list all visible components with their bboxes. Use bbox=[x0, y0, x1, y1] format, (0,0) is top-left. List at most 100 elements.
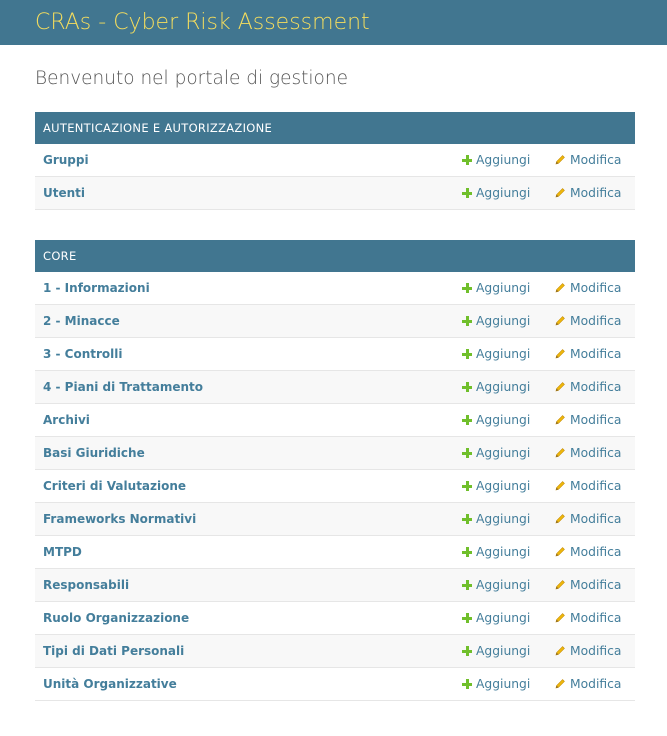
module-caption[interactable]: CORE bbox=[35, 240, 635, 272]
page-title: Benvenuto nel portale di gestione bbox=[35, 68, 348, 89]
model-link[interactable]: Utenti bbox=[35, 186, 635, 200]
pencil-icon bbox=[554, 480, 566, 492]
model-row: Gruppi Aggiungi Modifica bbox=[35, 144, 635, 177]
add-link[interactable]: Aggiungi bbox=[462, 446, 530, 460]
add-label: Aggiungi bbox=[476, 677, 531, 691]
edit-label: Modifica bbox=[570, 611, 622, 625]
edit-label: Modifica bbox=[570, 644, 622, 658]
pencil-icon bbox=[554, 612, 566, 624]
add-label: Aggiungi bbox=[476, 153, 531, 167]
add-label: Aggiungi bbox=[476, 347, 531, 361]
model-row: Unità Organizzative Aggiungi Modifica bbox=[35, 668, 635, 701]
model-row: Tipi di Dati Personali Aggiungi Modifica bbox=[35, 635, 635, 668]
model-link[interactable]: Frameworks Normativi bbox=[35, 512, 635, 526]
model-row: 1 - Informazioni Aggiungi Modifica bbox=[35, 272, 635, 305]
pencil-icon bbox=[554, 546, 566, 558]
edit-label: Modifica bbox=[570, 545, 622, 559]
pencil-icon bbox=[554, 678, 566, 690]
model-row: Frameworks Normativi Aggiungi Modifica bbox=[35, 503, 635, 536]
model-row: 3 - Controlli Aggiungi Modifica bbox=[35, 338, 635, 371]
pencil-icon bbox=[554, 381, 566, 393]
add-link[interactable]: Aggiungi bbox=[462, 677, 530, 691]
edit-label: Modifica bbox=[570, 380, 622, 394]
add-link[interactable]: Aggiungi bbox=[462, 347, 530, 361]
site-header: CRAs - Cyber Risk Assessment bbox=[0, 0, 667, 45]
edit-link[interactable]: Modifica bbox=[554, 446, 621, 460]
add-label: Aggiungi bbox=[476, 512, 531, 526]
add-link[interactable]: Aggiungi bbox=[462, 413, 530, 427]
edit-link[interactable]: Modifica bbox=[554, 512, 621, 526]
model-row: MTPD Aggiungi Modifica bbox=[35, 536, 635, 569]
module-core: CORE 1 - Informazioni Aggiungi Modifica 2 - … bbox=[35, 240, 635, 701]
app-list: AUTENTICAZIONE E AUTORIZZAZIONE Gruppi Agg… bbox=[35, 112, 635, 701]
model-link[interactable]: 3 - Controlli bbox=[35, 347, 635, 361]
edit-link[interactable]: Modifica bbox=[554, 677, 621, 691]
add-link[interactable]: Aggiungi bbox=[462, 186, 530, 200]
plus-icon bbox=[462, 415, 472, 425]
add-link[interactable]: Aggiungi bbox=[462, 512, 530, 526]
add-link[interactable]: Aggiungi bbox=[462, 281, 530, 295]
model-link[interactable]: Archivi bbox=[35, 413, 635, 427]
add-label: Aggiungi bbox=[476, 479, 531, 493]
model-link[interactable]: 1 - Informazioni bbox=[35, 281, 635, 295]
plus-icon bbox=[462, 448, 472, 458]
model-link[interactable]: Ruolo Organizzazione bbox=[35, 611, 635, 625]
edit-link[interactable]: Modifica bbox=[554, 153, 621, 167]
edit-link[interactable]: Modifica bbox=[554, 413, 621, 427]
model-row: Utenti Aggiungi Modifica bbox=[35, 177, 635, 210]
edit-label: Modifica bbox=[570, 479, 622, 493]
model-link[interactable]: Unità Organizzative bbox=[35, 677, 635, 691]
add-label: Aggiungi bbox=[476, 644, 531, 658]
add-link[interactable]: Aggiungi bbox=[462, 479, 530, 493]
edit-link[interactable]: Modifica bbox=[554, 578, 621, 592]
plus-icon bbox=[462, 481, 472, 491]
model-link[interactable]: 4 - Piani di Trattamento bbox=[35, 380, 635, 394]
model-link[interactable]: Criteri di Valutazione bbox=[35, 479, 635, 493]
model-link[interactable]: Basi Giuridiche bbox=[35, 446, 635, 460]
edit-label: Modifica bbox=[570, 186, 622, 200]
pencil-icon bbox=[554, 414, 566, 426]
model-link[interactable]: Responsabili bbox=[35, 578, 635, 592]
module-caption[interactable]: AUTENTICAZIONE E AUTORIZZAZIONE bbox=[35, 112, 635, 144]
pencil-icon bbox=[554, 513, 566, 525]
edit-link[interactable]: Modifica bbox=[554, 611, 621, 625]
edit-link[interactable]: Modifica bbox=[554, 347, 621, 361]
add-link[interactable]: Aggiungi bbox=[462, 380, 530, 394]
add-link[interactable]: Aggiungi bbox=[462, 153, 530, 167]
add-link[interactable]: Aggiungi bbox=[462, 578, 530, 592]
edit-link[interactable]: Modifica bbox=[554, 380, 621, 394]
model-row: 2 - Minacce Aggiungi Modifica bbox=[35, 305, 635, 338]
edit-label: Modifica bbox=[570, 314, 622, 328]
edit-link[interactable]: Modifica bbox=[554, 479, 621, 493]
model-link[interactable]: MTPD bbox=[35, 545, 635, 559]
add-link[interactable]: Aggiungi bbox=[462, 611, 530, 625]
add-label: Aggiungi bbox=[476, 446, 531, 460]
edit-link[interactable]: Modifica bbox=[554, 186, 621, 200]
model-link[interactable]: 2 - Minacce bbox=[35, 314, 635, 328]
add-link[interactable]: Aggiungi bbox=[462, 314, 530, 328]
edit-link[interactable]: Modifica bbox=[554, 545, 621, 559]
model-link[interactable]: Gruppi bbox=[35, 153, 635, 167]
add-label: Aggiungi bbox=[476, 281, 531, 295]
model-link[interactable]: Tipi di Dati Personali bbox=[35, 644, 635, 658]
plus-icon bbox=[462, 613, 472, 623]
model-row: 4 - Piani di Trattamento Aggiungi Modifica bbox=[35, 371, 635, 404]
add-link[interactable]: Aggiungi bbox=[462, 644, 530, 658]
pencil-icon bbox=[554, 282, 566, 294]
edit-link[interactable]: Modifica bbox=[554, 281, 621, 295]
plus-icon bbox=[462, 547, 472, 557]
add-link[interactable]: Aggiungi bbox=[462, 545, 530, 559]
pencil-icon bbox=[554, 645, 566, 657]
plus-icon bbox=[462, 155, 472, 165]
pencil-icon bbox=[554, 315, 566, 327]
model-row: Responsabili Aggiungi Modifica bbox=[35, 569, 635, 602]
model-row: Criteri di Valutazione Aggiungi Modifica bbox=[35, 470, 635, 503]
plus-icon bbox=[462, 188, 472, 198]
edit-link[interactable]: Modifica bbox=[554, 644, 621, 658]
plus-icon bbox=[462, 514, 472, 524]
site-title[interactable]: CRAs - Cyber Risk Assessment bbox=[35, 10, 370, 35]
pencil-icon bbox=[554, 154, 566, 166]
edit-label: Modifica bbox=[570, 413, 622, 427]
edit-link[interactable]: Modifica bbox=[554, 314, 621, 328]
pencil-icon bbox=[554, 348, 566, 360]
